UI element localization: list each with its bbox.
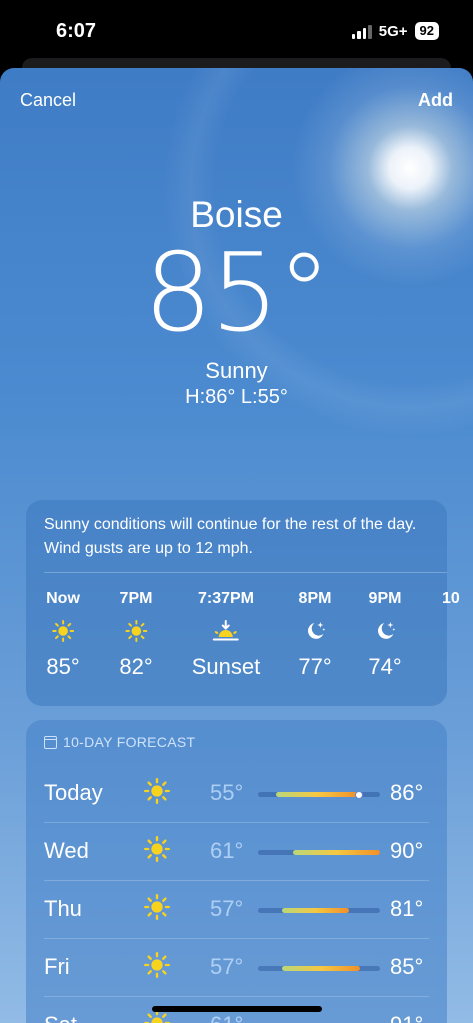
forecast-row[interactable]: Thu 57° 81°: [44, 880, 447, 938]
hourly-forecast-card[interactable]: Sunny conditions will continue for the r…: [26, 500, 460, 706]
forecast-high: 86°: [390, 780, 424, 805]
forecast-summary: Sunny conditions will continue for the r…: [44, 516, 417, 557]
add-button[interactable]: Add: [418, 90, 453, 111]
forecast-row[interactable]: Wed 61° 90°: [44, 822, 447, 880]
sunset-icon: [192, 612, 261, 648]
sun-icon: [119, 612, 152, 648]
ten-day-forecast-card[interactable]: 10-DAY FORECAST Today 55° 86° Wed 61° 90…: [26, 720, 447, 1023]
forecast-day: Today: [44, 780, 103, 805]
sun-icon: [46, 612, 80, 648]
weather-sheet: Cancel Add Boise 85° Sunny H:86° L:55° S…: [0, 68, 473, 1023]
status-indicators: 5G+ 92: [351, 22, 439, 40]
forecast-row[interactable]: Today 55° 86°: [44, 764, 447, 822]
row-divider: [44, 822, 429, 823]
forecast-row[interactable]: Fri 57° 85°: [44, 938, 447, 996]
high-low: H:86° L:55°: [185, 386, 288, 408]
forecast-low: 55°: [210, 780, 244, 805]
hour-item: 7:37PM Sunset: [192, 590, 261, 680]
range-fill: [276, 792, 359, 797]
status-bar: 6:07 5G+ 92: [0, 0, 473, 62]
sun-icon: [144, 894, 170, 925]
temperature-range-bar: [258, 966, 380, 971]
sun-icon: [144, 778, 170, 809]
cancel-button[interactable]: Cancel: [20, 90, 76, 111]
moon-stars-icon: [298, 612, 331, 648]
cellular-signal-icon: [351, 24, 372, 39]
current-condition: Sunny: [205, 358, 268, 383]
hour-label: 9PM: [368, 590, 402, 607]
sun-icon: [144, 836, 170, 867]
row-divider: [44, 996, 429, 997]
hour-item: 9PM 74°: [368, 590, 401, 680]
row-divider: [44, 938, 429, 939]
forecast-day: Thu: [44, 896, 82, 921]
forecast-high: 90°: [390, 838, 424, 863]
divider: [44, 572, 447, 573]
current-temperature: 85°: [143, 231, 331, 356]
current-temp-dot: [355, 790, 364, 799]
battery-icon: 92: [414, 22, 439, 40]
home-indicator[interactable]: [152, 1006, 322, 1012]
hour-temp: 74°: [368, 654, 402, 679]
calendar-icon: [44, 735, 57, 749]
city-name: Boise: [190, 194, 283, 235]
hour-item: 8PM 77°: [298, 590, 331, 680]
hour-item: 7PM 82°: [119, 590, 152, 680]
forecast-low: 57°: [210, 896, 244, 921]
forecast-header: 10-DAY FORECAST: [44, 734, 195, 750]
hour-item: Now 85°: [46, 590, 80, 680]
hour-temp: 82°: [119, 654, 153, 679]
forecast-day: Sat: [44, 1012, 77, 1023]
sun-icon: [144, 952, 170, 983]
hour-label: 8PM: [298, 590, 332, 607]
hour-label: 7PM: [119, 590, 153, 607]
forecast-day: Wed: [44, 838, 89, 863]
range-fill: [282, 966, 361, 971]
hour-temp: 77°: [298, 654, 332, 679]
hour-label: Now: [46, 590, 80, 607]
hour-temp: Sunset: [191, 654, 261, 679]
forecast-high: 81°: [390, 896, 424, 921]
hour-temp: 85°: [46, 654, 80, 679]
hour-item: 10: [442, 590, 460, 612]
hour-label: 7:37PM: [197, 590, 255, 607]
hour-label: 10: [442, 590, 460, 607]
temperature-range-bar: [258, 850, 380, 855]
forecast-low: 57°: [210, 954, 244, 979]
moon-stars-icon: [368, 612, 401, 648]
forecast-header-label: 10-DAY FORECAST: [63, 734, 196, 750]
forecast-day: Fri: [44, 954, 70, 979]
forecast-low: 61°: [210, 838, 244, 863]
row-divider: [44, 880, 429, 881]
forecast-low: 61°: [210, 1012, 243, 1023]
network-type: 5G+: [378, 22, 408, 40]
range-fill: [293, 850, 380, 855]
range-fill: [282, 908, 350, 913]
temperature-range-bar: [258, 908, 380, 913]
forecast-high: 91°: [390, 1012, 423, 1023]
status-time: 6:07: [56, 20, 97, 42]
forecast-high: 85°: [390, 954, 424, 979]
temperature-range-bar: [258, 790, 380, 799]
